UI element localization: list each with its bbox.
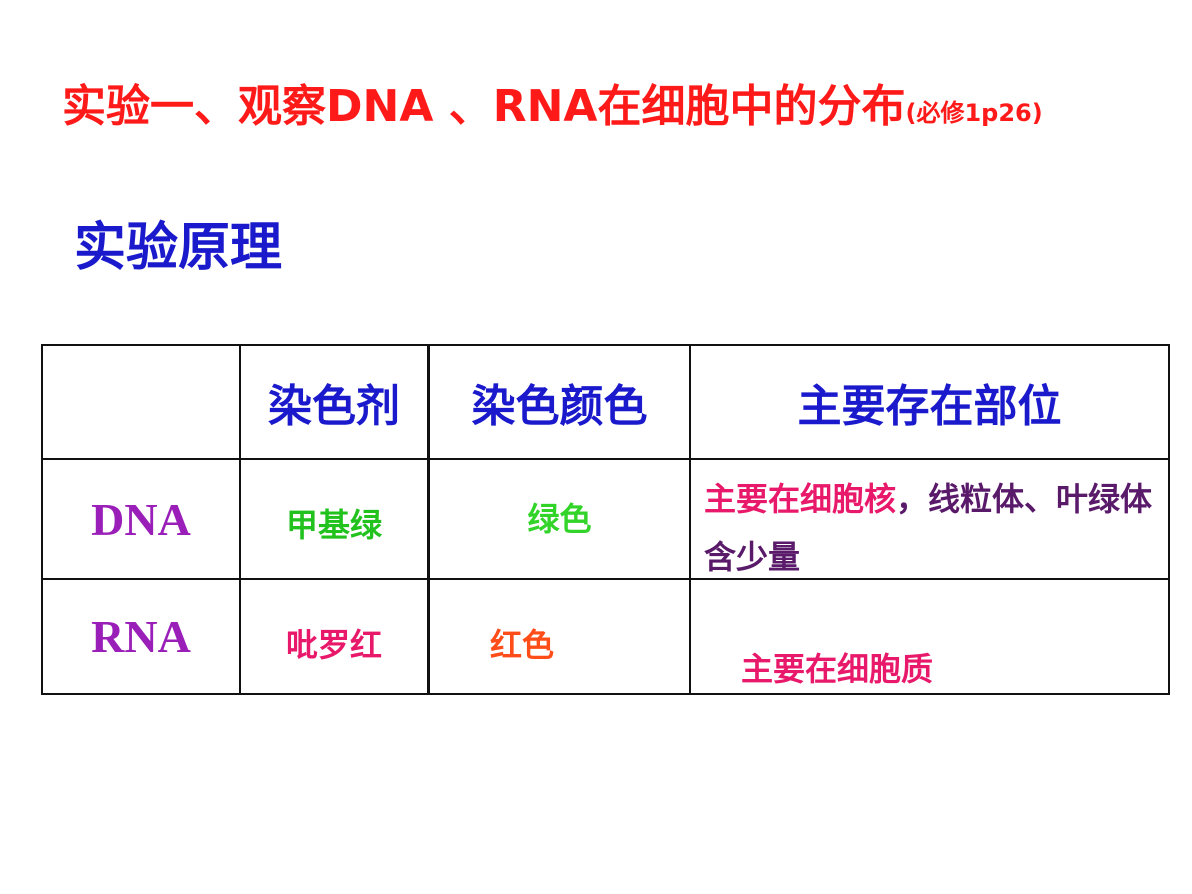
rna-color: 红色 bbox=[490, 626, 555, 664]
rna-stain: 吡罗红 bbox=[285, 626, 382, 664]
dna-location-main: 主要在细胞核 bbox=[704, 480, 897, 518]
page-title: 实验一、观察DNA 、RNA在细胞中的分布(必修1p26) bbox=[62, 70, 1043, 134]
header-location: 主要存在部位 bbox=[797, 381, 1062, 432]
title-text: 实验一、观察DNA 、RNA在细胞中的分布 bbox=[62, 81, 906, 132]
dna-color: 绿色 bbox=[527, 500, 592, 538]
row-label-rna: RNA bbox=[91, 611, 191, 662]
rna-location: 主要在细胞质 bbox=[741, 650, 934, 688]
header-stain: 染色剂 bbox=[268, 381, 400, 432]
dna-stain: 甲基绿 bbox=[285, 506, 382, 544]
title-reference: (必修1p26) bbox=[905, 99, 1043, 127]
dna-location: 主要在细胞核，线粒体、叶绿体含少量 bbox=[704, 470, 1159, 586]
header-blank bbox=[43, 346, 239, 458]
row-label-dna: DNA bbox=[91, 493, 191, 545]
header-color: 染色颜色 bbox=[471, 381, 648, 432]
section-heading: 实验原理 bbox=[74, 218, 283, 278]
